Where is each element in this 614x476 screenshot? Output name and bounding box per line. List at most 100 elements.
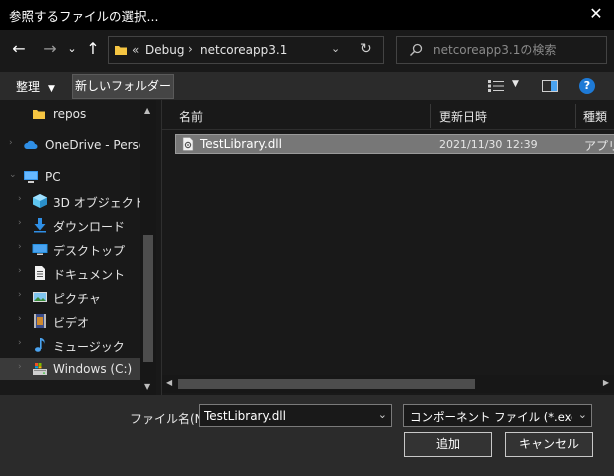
scrollbar-thumb[interactable]	[178, 379, 475, 389]
chevron-right-icon[interactable]: ›	[18, 266, 22, 276]
dll-file-icon	[182, 137, 194, 151]
sidebar-scrollbar[interactable]: ▲ ▼	[140, 100, 156, 395]
filename-input[interactable]	[204, 408, 364, 424]
folder-icon	[33, 110, 45, 119]
file-name: TestLibrary.dll	[200, 137, 282, 151]
sidebar-item-label: ビデオ	[53, 316, 90, 330]
breadcrumb-netcoreapp[interactable]: netcoreapp3.1	[200, 43, 287, 57]
command-bar: 整理 ▼ 新しいフォルダー ▼ ?	[0, 72, 614, 100]
address-bar[interactable]: « Debug › netcoreapp3.1 ⌄ ↻	[108, 36, 384, 64]
navigation-pane: repos › OneDrive - Person ⌄ PC › 3D オブジェ…	[0, 100, 160, 395]
scrollbar-thumb[interactable]	[143, 235, 153, 362]
computer-icon	[24, 171, 38, 183]
forward-button[interactable]: →	[40, 38, 60, 60]
breadcrumb-debug[interactable]: Debug	[145, 43, 184, 57]
drive-icon	[33, 363, 47, 375]
sidebar-item-music[interactable]: › ミュージック	[0, 334, 142, 356]
scroll-left-icon[interactable]: ◀	[166, 378, 172, 387]
chevron-right-icon[interactable]: ›	[188, 42, 193, 56]
filename-combobox[interactable]: ⌄	[199, 404, 392, 427]
sidebar-item-windows-c[interactable]: › Windows (C:)	[0, 358, 142, 380]
scroll-down-icon[interactable]: ▼	[144, 382, 150, 391]
preview-pane-icon[interactable]	[542, 79, 558, 93]
view-dropdown-icon[interactable]: ▼	[512, 79, 519, 89]
breadcrumb-overflow[interactable]: «	[132, 43, 139, 57]
window-title: 参照するファイルの選択...	[9, 9, 159, 24]
organize-menu[interactable]: 整理 ▼	[16, 78, 55, 95]
organize-label: 整理	[16, 80, 41, 94]
refresh-button[interactable]: ↻	[360, 41, 372, 57]
column-divider[interactable]	[575, 104, 576, 128]
file-type-filter-value: コンポーネント ファイル (*.exe;*.dll;*	[410, 410, 572, 424]
sidebar-item-pictures[interactable]: › ピクチャ	[0, 286, 142, 308]
file-type: アプリ	[584, 139, 614, 153]
sidebar-item-desktop[interactable]: › デスクトップ	[0, 238, 142, 260]
help-button[interactable]: ?	[579, 78, 595, 94]
sidebar-item-videos[interactable]: › ビデオ	[0, 310, 142, 332]
horizontal-scrollbar[interactable]: ◀ ▶	[162, 375, 614, 393]
column-type[interactable]: 種類	[583, 108, 607, 125]
column-modified[interactable]: 更新日時	[439, 108, 487, 125]
chevron-down-icon[interactable]: ⌄	[578, 408, 587, 421]
sidebar-item-downloads[interactable]: › ダウンロード	[0, 214, 142, 236]
file-type-filter[interactable]: コンポーネント ファイル (*.exe;*.dll;* ⌄	[403, 404, 592, 427]
sort-ascending-icon: ^	[299, 100, 307, 107]
chevron-right-icon[interactable]: ›	[18, 194, 22, 204]
music-icon	[35, 338, 45, 352]
desktop-icon	[32, 244, 48, 255]
sidebar-item-label: ミュージック	[53, 340, 125, 354]
navigation-bar: ← → ⌄ ↑ « Debug › netcoreapp3.1 ⌄ ↻	[0, 30, 614, 68]
view-options-icon[interactable]	[487, 79, 505, 93]
sidebar-item-label: デスクトップ	[53, 244, 126, 258]
sidebar-item-repos[interactable]: repos	[0, 103, 142, 125]
scroll-right-icon[interactable]: ▶	[603, 378, 609, 387]
chevron-down-icon[interactable]: ⌄	[9, 170, 17, 180]
up-button[interactable]: ↑	[84, 38, 102, 60]
folder-icon	[115, 46, 127, 55]
chevron-right-icon[interactable]: ›	[9, 138, 13, 148]
sidebar-item-label: PC	[45, 170, 61, 184]
sidebar-item-onedrive[interactable]: › OneDrive - Person	[0, 134, 154, 156]
add-button[interactable]: 追加	[404, 432, 492, 457]
new-folder-button[interactable]: 新しいフォルダー	[72, 74, 174, 99]
recent-locations-button[interactable]: ⌄	[66, 38, 78, 60]
sidebar-item-3d-objects[interactable]: › 3D オブジェクト	[0, 190, 146, 212]
sidebar-item-label: repos	[53, 107, 87, 121]
sidebar-item-label: ダウンロード	[53, 220, 126, 234]
caret-down-icon: ▼	[48, 84, 55, 94]
chevron-right-icon[interactable]: ›	[18, 362, 22, 372]
search-input[interactable]	[433, 41, 601, 59]
back-button[interactable]: ←	[9, 38, 29, 60]
search-box[interactable]	[396, 36, 607, 64]
chevron-right-icon[interactable]: ›	[18, 314, 22, 324]
sidebar-item-label: Windows (C:)	[53, 362, 133, 376]
file-row[interactable]: TestLibrary.dll 2021/11/30 12:39 アプリ	[175, 134, 614, 154]
sidebar-item-pc[interactable]: ⌄ PC	[0, 166, 142, 188]
dialog-footer: ファイル名(N): ⌄ コンポーネント ファイル (*.exe;*.dll;* …	[0, 395, 614, 476]
chevron-right-icon[interactable]: ›	[18, 218, 22, 228]
sidebar-item-label: ドキュメント	[53, 268, 126, 282]
chevron-down-icon[interactable]: ⌄	[378, 408, 387, 421]
column-name[interactable]: 名前	[179, 108, 203, 125]
scroll-up-icon[interactable]: ▲	[144, 106, 150, 115]
column-divider[interactable]	[430, 104, 431, 128]
cancel-button[interactable]: キャンセル	[505, 432, 593, 457]
picture-icon	[33, 292, 47, 302]
file-list: ^ 名前 更新日時 種類 TestLibrary.dll 2021/11/30 …	[161, 100, 614, 395]
address-dropdown-button[interactable]: ⌄	[331, 42, 340, 55]
sidebar-item-label: ピクチャ	[53, 292, 101, 306]
title-bar: 参照するファイルの選択... ✕	[0, 0, 614, 30]
close-button[interactable]: ✕	[586, 4, 606, 24]
chevron-right-icon[interactable]: ›	[18, 338, 22, 348]
file-modified: 2021/11/30 12:39	[439, 138, 538, 151]
cloud-icon	[24, 140, 38, 149]
sidebar-item-documents[interactable]: › ドキュメント	[0, 262, 142, 284]
document-icon	[35, 266, 45, 280]
sidebar-item-label: 3D オブジェクト	[53, 196, 146, 210]
chevron-right-icon[interactable]: ›	[18, 242, 22, 252]
cube-icon	[33, 194, 47, 208]
sidebar-item-label: OneDrive - Person	[45, 138, 154, 152]
chevron-right-icon[interactable]: ›	[18, 290, 22, 300]
column-header: ^ 名前 更新日時 種類	[162, 100, 614, 130]
search-icon	[410, 43, 423, 56]
